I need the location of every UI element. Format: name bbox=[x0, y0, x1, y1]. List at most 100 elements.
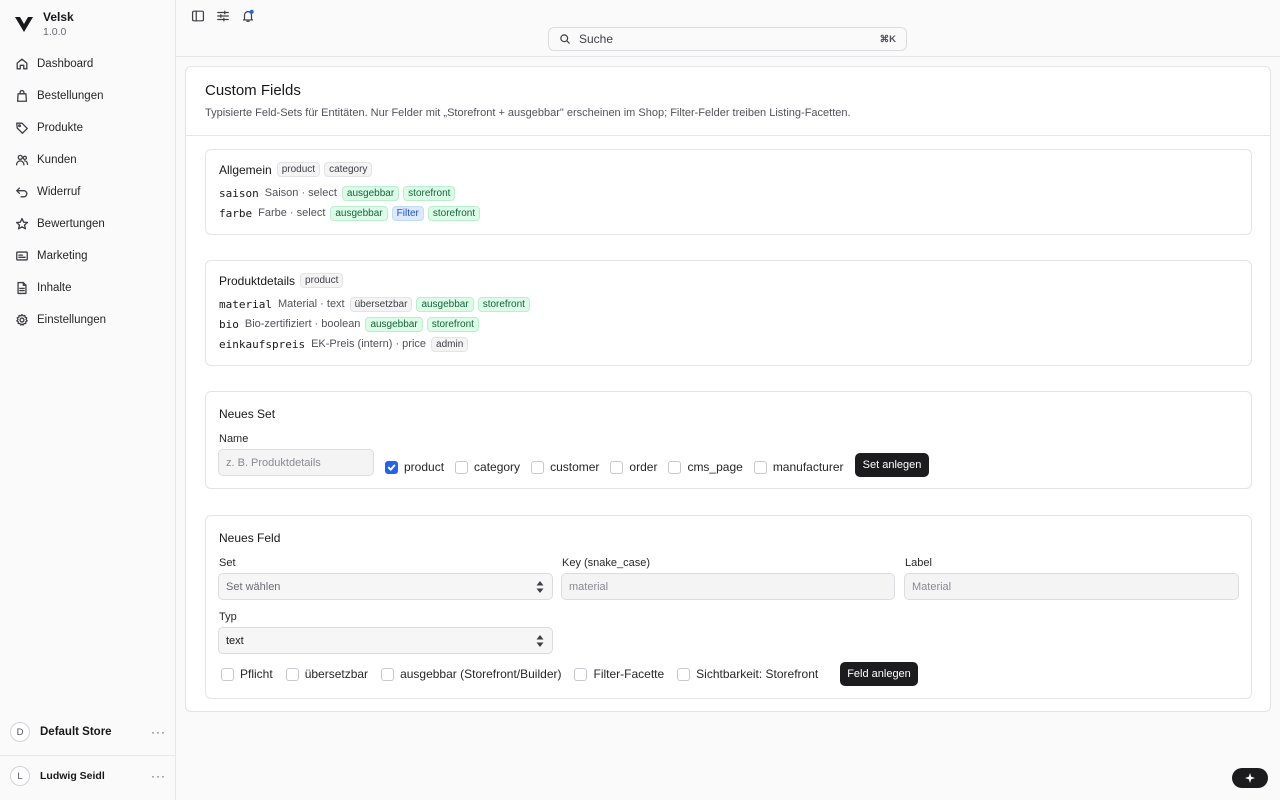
sidebar-item-kunden[interactable]: Kunden bbox=[8, 144, 168, 176]
field-desc: Material · text bbox=[277, 298, 345, 310]
search-input[interactable]: Suche ⌘K bbox=[548, 27, 907, 51]
sidebar-item-widerruf[interactable]: Widerruf bbox=[8, 176, 168, 208]
checkbox-manufacturer[interactable] bbox=[753, 460, 767, 474]
checkbox-pflicht[interactable] bbox=[221, 667, 234, 681]
checkbox-sichtbarkeit-storefront[interactable] bbox=[677, 667, 691, 681]
field-key: einkaufspreis bbox=[219, 337, 306, 351]
entity-badge: product bbox=[276, 162, 321, 177]
sidebar-nav: Dashboard Bestellungen Produkte Kunden W… bbox=[8, 48, 168, 336]
sidebar-item-bestellungen[interactable]: Bestellungen bbox=[8, 80, 168, 112]
new-set-title: Neues Set bbox=[219, 407, 276, 421]
create-set-button[interactable]: Set anlegen bbox=[855, 453, 929, 477]
sidebar-item-label: Inhalte bbox=[37, 282, 72, 294]
checkbox-label[interactable]: customer bbox=[550, 460, 599, 474]
sidebar-item-label: Marketing bbox=[37, 250, 88, 262]
checkbox-category[interactable] bbox=[455, 460, 469, 474]
checkbox-label[interactable]: Filter-Facette bbox=[593, 667, 664, 681]
checkbox-label[interactable]: Sichtbarkeit: Storefront bbox=[696, 667, 818, 681]
field-badge: ausgebbar bbox=[416, 296, 474, 312]
brand[interactable]: Velsk 1.0.0 bbox=[14, 10, 74, 39]
checkbox-ausgebbar[interactable] bbox=[381, 667, 395, 681]
set-select-value: Set wählen bbox=[226, 580, 281, 593]
checkbox-customer[interactable] bbox=[531, 460, 545, 474]
checkbox-label[interactable]: product bbox=[404, 460, 444, 474]
checkbox-label[interactable]: cms_page bbox=[687, 460, 742, 474]
velsk-logo-icon bbox=[15, 17, 33, 32]
sidebar-item-bewertungen[interactable]: Bewertungen bbox=[8, 208, 168, 240]
field-row: saison Saison · select ausgebbar storefr… bbox=[219, 185, 456, 201]
checkbox-label[interactable]: ausgebbar (Storefront/Builder) bbox=[400, 667, 561, 681]
sidebar-item-label: Produkte bbox=[37, 122, 84, 134]
user-menu[interactable]: L Ludwig Seidl ··· bbox=[10, 766, 166, 786]
checkbox-label[interactable]: order bbox=[629, 460, 657, 474]
entity-badge: product bbox=[300, 273, 344, 288]
checkbox-label[interactable]: category bbox=[474, 460, 520, 474]
store-switcher[interactable]: D Default Store ··· bbox=[10, 722, 166, 742]
key-input[interactable]: material bbox=[561, 573, 895, 600]
label-label: Label bbox=[905, 557, 932, 569]
search-shortcut: ⌘K bbox=[879, 33, 896, 45]
checkbox-uebersetzbar[interactable] bbox=[285, 667, 299, 681]
users-icon bbox=[15, 153, 29, 167]
brand-version: 1.0.0 bbox=[43, 26, 67, 38]
sidebar-item-marketing[interactable]: Marketing bbox=[8, 240, 168, 272]
sidebar-item-label: Bewertungen bbox=[37, 218, 105, 230]
sidebar-item-produkte[interactable]: Produkte bbox=[8, 112, 168, 144]
search-placeholder: Suche bbox=[579, 32, 614, 46]
field-badge: storefront bbox=[426, 316, 479, 332]
checkbox-order[interactable] bbox=[610, 460, 624, 474]
star-icon bbox=[15, 217, 29, 231]
sidebar-item-inhalte[interactable]: Inhalte bbox=[8, 272, 168, 304]
home-icon bbox=[15, 57, 29, 71]
bell-icon[interactable] bbox=[241, 9, 255, 23]
checkbox-filter-facette[interactable] bbox=[574, 667, 588, 681]
entity-badge: category bbox=[324, 162, 373, 177]
type-select-value: text bbox=[226, 634, 244, 647]
label-input[interactable]: Material bbox=[904, 573, 1239, 600]
field-key: material bbox=[219, 297, 272, 311]
new-set-panel: Neues Set Name z. B. Produktdetails prod… bbox=[205, 391, 1252, 489]
set-name: Produktdetails bbox=[219, 273, 296, 288]
checkbox-label[interactable]: Pflicht bbox=[240, 667, 273, 681]
sidebar-item-label: Dashboard bbox=[37, 58, 94, 70]
field-desc: Farbe · select bbox=[258, 207, 326, 219]
sidebar-toggle-icon[interactable] bbox=[191, 9, 205, 23]
entity-checkbox-group: product category customer order cms_page… bbox=[385, 460, 855, 474]
field-row: einkaufspreis EK-Preis (intern) · price … bbox=[219, 336, 469, 352]
checkbox-product[interactable] bbox=[385, 460, 398, 474]
checkbox-label[interactable]: manufacturer bbox=[773, 460, 844, 474]
field-desc: EK-Preis (intern) · price bbox=[311, 338, 427, 350]
type-select[interactable]: text bbox=[218, 627, 553, 654]
sparkle-icon bbox=[1245, 773, 1255, 783]
ai-assistant-button[interactable] bbox=[1232, 768, 1268, 788]
field-badge: storefront bbox=[427, 205, 481, 221]
store-more-icon[interactable]: ··· bbox=[151, 725, 166, 739]
user-more-icon[interactable]: ··· bbox=[151, 769, 166, 783]
custom-fields-card: Custom Fields Typisierte Feld-Sets für E… bbox=[185, 66, 1271, 712]
sidebar-item-einstellungen[interactable]: Einstellungen bbox=[8, 304, 168, 336]
field-row: material Material · text übersetzbar aus… bbox=[219, 296, 530, 312]
search-icon bbox=[560, 34, 570, 44]
set-select[interactable]: Set wählen bbox=[218, 573, 553, 600]
sidebar-item-label: Einstellungen bbox=[37, 314, 107, 326]
brand-name: Velsk bbox=[43, 10, 74, 24]
checkbox-label[interactable]: übersetzbar bbox=[305, 667, 368, 681]
field-key: bio bbox=[219, 317, 239, 331]
checkbox-cms-page[interactable] bbox=[668, 460, 682, 474]
field-set-produktdetails: Produktdetails product material Material… bbox=[205, 260, 1252, 366]
field-row: farbe Farbe · select ausgebbar Filter st… bbox=[219, 205, 481, 221]
field-key: saison bbox=[219, 186, 259, 200]
sidebar-item-label: Bestellungen bbox=[37, 90, 104, 102]
create-field-button[interactable]: Feld anlegen bbox=[840, 662, 918, 686]
field-options-group: Pflicht übersetzbar ausgebbar (Storefron… bbox=[221, 667, 829, 681]
sidebar-item-dashboard[interactable]: Dashboard bbox=[8, 48, 168, 80]
topbar: Suche ⌘K bbox=[176, 0, 1280, 57]
select-arrows-icon bbox=[536, 634, 544, 648]
sliders-icon[interactable] bbox=[216, 9, 230, 23]
field-badge: ausgebbar bbox=[341, 185, 400, 201]
set-name-input[interactable]: z. B. Produktdetails bbox=[218, 449, 374, 476]
gear-icon bbox=[15, 313, 29, 327]
page-title: Custom Fields bbox=[205, 82, 301, 99]
field-badge: Filter bbox=[391, 205, 424, 221]
document-icon bbox=[15, 281, 29, 295]
